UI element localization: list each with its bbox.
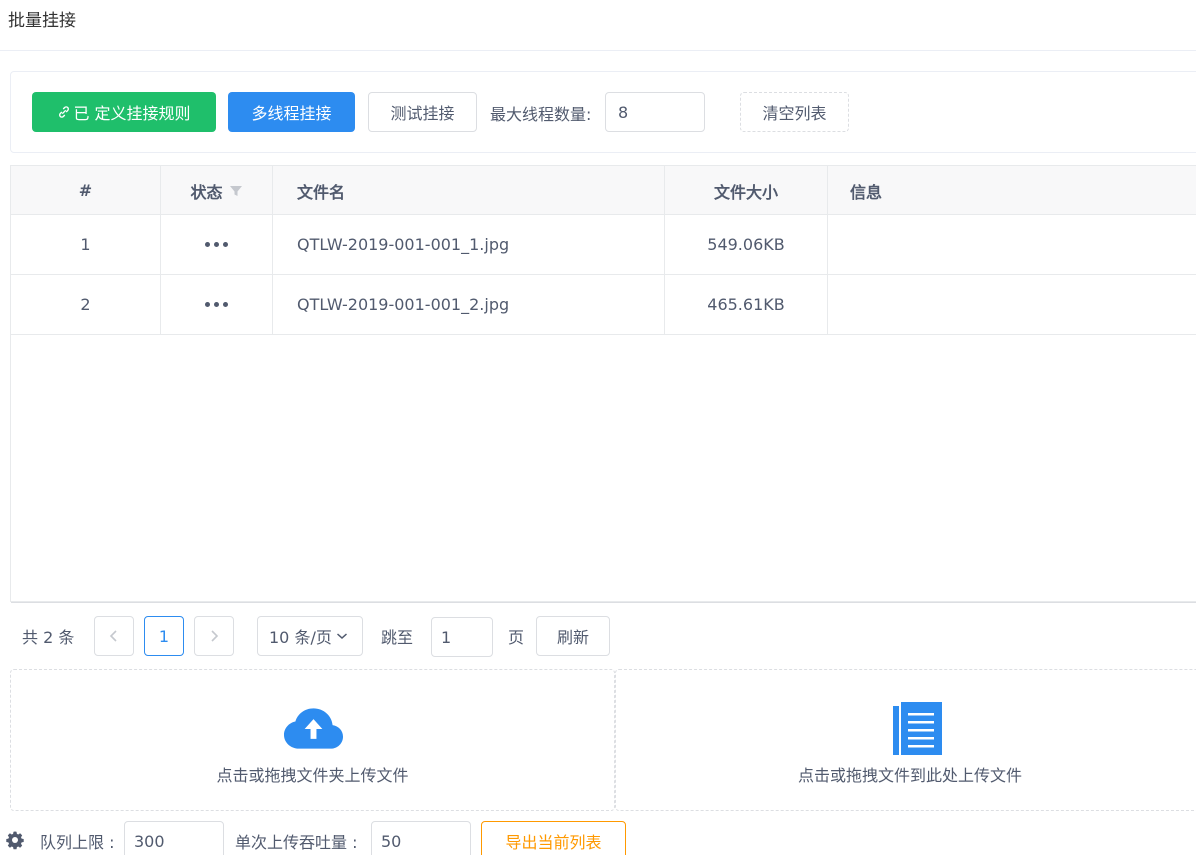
status-more-icon[interactable] [161, 275, 273, 334]
table-row[interactable]: 1 QTLW-2019-001-001_1.jpg 549.06KB [11, 215, 1196, 275]
row-info [828, 275, 1196, 334]
header-info: 信息 [850, 182, 883, 202]
toolbar: 已 定义挂接规则 多线程挂接 测试挂接 最大线程数量: 清空列表 [10, 71, 1196, 153]
gear-icon[interactable] [5, 830, 25, 850]
header-status-label: 状态 [190, 182, 223, 202]
page-size-label: 10 条/页 [269, 628, 332, 647]
header-filename: 文件名 [273, 166, 665, 215]
header-status: 状态 [161, 166, 273, 215]
row-index: 2 [11, 275, 161, 334]
jump-page-input[interactable] [431, 617, 493, 657]
table-row[interactable]: 2 QTLW-2019-001-001_2.jpg 465.61KB [11, 275, 1196, 335]
row-filename: QTLW-2019-001-001_2.jpg [273, 275, 665, 334]
file-table: # 状态 文件名 文件大小 信息 1 QTLW-2019-001-001_1.j… [10, 165, 1196, 603]
queue-limit-label: 队列上限 : [40, 833, 115, 852]
defined-rules-button[interactable]: 已 定义挂接规则 [32, 92, 216, 132]
test-button[interactable]: 测试挂接 [368, 92, 477, 132]
prev-page-button[interactable] [94, 616, 134, 656]
row-index: 1 [11, 215, 161, 274]
file-upload-text: 点击或拖拽文件到此处上传文件 [797, 766, 1022, 785]
page-suffix-label: 页 [508, 628, 525, 647]
next-page-button[interactable] [194, 616, 234, 656]
chevron-right-icon [211, 630, 219, 642]
document-icon [893, 702, 942, 755]
header-index: # [11, 166, 161, 215]
page-1-button[interactable]: 1 [144, 616, 184, 656]
page-size-select[interactable]: 10 条/页 [257, 616, 363, 656]
page-title: 批量挂接 [8, 11, 76, 31]
multithread-button[interactable]: 多线程挂接 [228, 92, 355, 132]
row-filename: QTLW-2019-001-001_1.jpg [273, 215, 665, 274]
cloud-upload-icon [283, 708, 344, 749]
throughput-label: 单次上传吞吐量 : [235, 833, 358, 852]
max-threads-label: 最大线程数量: [490, 105, 592, 124]
chevron-down-icon [336, 633, 347, 640]
link-icon [59, 106, 70, 118]
title-divider [0, 50, 1196, 51]
row-size: 465.61KB [665, 275, 828, 334]
pager-total: 共 2 条 [22, 628, 75, 647]
table-bottom-border [11, 602, 1196, 603]
jump-label: 跳至 [381, 628, 414, 647]
defined-rules-label: 已 定义挂接规则 [73, 104, 191, 123]
refresh-button[interactable]: 刷新 [536, 616, 610, 656]
max-threads-input[interactable] [605, 92, 705, 132]
folder-upload-text: 点击或拖拽文件夹上传文件 [216, 766, 409, 785]
filter-icon[interactable] [229, 184, 243, 198]
table-header: # 状态 文件名 文件大小 信息 [11, 166, 1196, 215]
clear-list-button[interactable]: 清空列表 [740, 92, 849, 132]
row-size: 549.06KB [665, 215, 828, 274]
folder-upload-zone[interactable]: 点击或拖拽文件夹上传文件 [10, 669, 615, 811]
status-more-icon[interactable] [161, 215, 273, 274]
queue-limit-input[interactable] [124, 821, 224, 855]
throughput-input[interactable] [371, 821, 471, 855]
row-info [828, 215, 1196, 274]
file-upload-zone[interactable]: 点击或拖拽文件到此处上传文件 [615, 669, 1196, 811]
header-size: 文件大小 [665, 166, 828, 215]
chevron-left-icon [109, 630, 117, 642]
export-list-button[interactable]: 导出当前列表 [481, 821, 626, 855]
